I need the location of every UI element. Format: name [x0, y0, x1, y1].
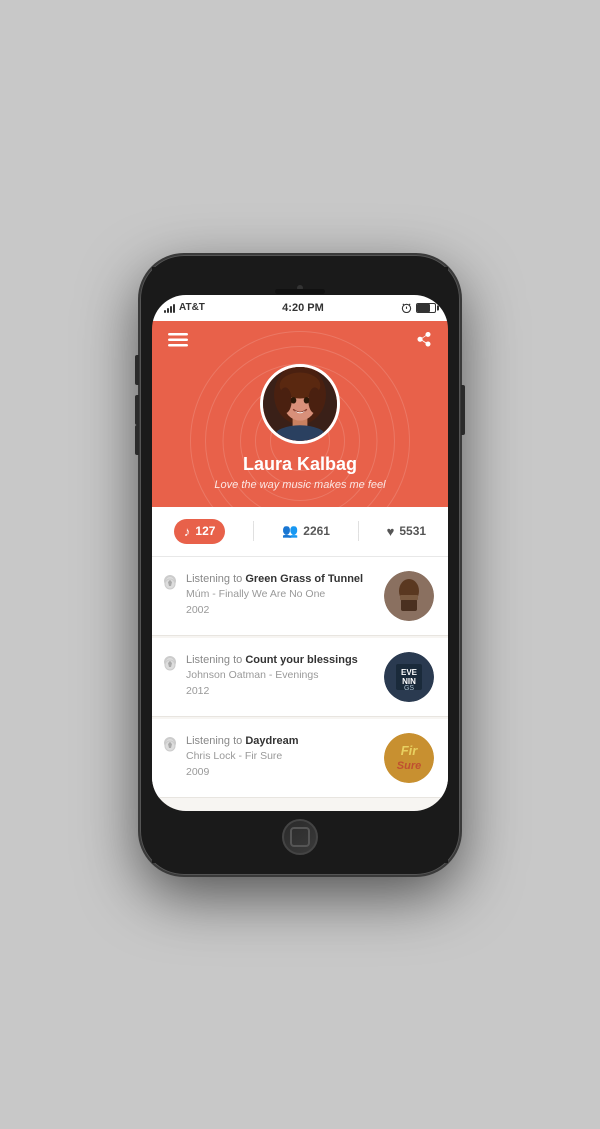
status-right: [401, 302, 436, 313]
status-left: AT&T: [164, 302, 205, 313]
stat-divider-2: [358, 521, 359, 541]
profile-header: Laura Kalbag Love the way music makes me…: [152, 321, 448, 507]
activity-text: Listening to Daydream Chris Lock - Fir S…: [186, 733, 374, 781]
stats-bar: ♪ 127 👥 2261 ♥ 5531: [152, 507, 448, 557]
alarm-icon: [401, 302, 412, 313]
music-note-icon: ♪: [184, 524, 191, 539]
followers-count: 2261: [303, 524, 330, 538]
home-button-area: [152, 811, 448, 863]
phone-screen: AT&T 4:20 PM: [152, 295, 448, 811]
status-bar: AT&T 4:20 PM: [152, 295, 448, 321]
battery-icon: [416, 303, 436, 313]
svg-text:GS: GS: [404, 685, 414, 692]
listening-prefix: Listening to: [186, 573, 245, 585]
listening-prefix: Listening to: [186, 654, 245, 666]
album-info: Johnson Oatman - Evenings2012: [186, 668, 374, 700]
app-screen: Laura Kalbag Love the way music makes me…: [152, 321, 448, 811]
heart-icon: ♥: [387, 524, 395, 539]
menu-button[interactable]: [168, 332, 188, 350]
svg-text:EVE: EVE: [401, 668, 418, 677]
share-button[interactable]: [416, 331, 432, 352]
phone-top: [152, 267, 448, 295]
svg-text:Sure: Sure: [397, 760, 421, 772]
carrier-label: AT&T: [179, 302, 205, 313]
album-info: Chris Lock - Fir Sure2009: [186, 749, 374, 781]
album-info: Múm - Finally We Are No One2002: [186, 587, 374, 619]
timeline-dot: [164, 737, 176, 749]
likes-count: 5531: [399, 524, 426, 538]
list-item[interactable]: Listening to Green Grass of Tunnel Múm -…: [152, 557, 448, 636]
album-thumb: [384, 571, 434, 621]
song-title: Daydream: [245, 735, 298, 747]
toolbar: [152, 321, 448, 360]
list-item[interactable]: Listening to Count your blessings Johnso…: [152, 638, 448, 717]
speaker: [275, 289, 325, 294]
listening-prefix: Listening to: [186, 735, 245, 747]
album-thumb: Fir Sure: [384, 733, 434, 783]
list-item[interactable]: Listening to Daydream Chris Lock - Fir S…: [152, 719, 448, 798]
profile-name: Laura Kalbag: [243, 454, 357, 475]
profile-bio: Love the way music makes me feel: [214, 479, 385, 491]
svg-text:Fir: Fir: [401, 743, 419, 758]
home-button[interactable]: [282, 819, 318, 855]
timeline-dot: [164, 575, 176, 587]
activity-text: Listening to Green Grass of Tunnel Múm -…: [186, 571, 374, 619]
timeline-dot: [164, 656, 176, 668]
followers-icon: 👥: [282, 523, 298, 539]
song-title: Count your blessings: [245, 654, 357, 666]
avatar: [260, 364, 340, 444]
song-title: Green Grass of Tunnel: [245, 573, 363, 585]
time-label: 4:20 PM: [282, 302, 324, 314]
likes-stat[interactable]: ♥ 5531: [387, 524, 426, 539]
activity-feed: Listening to Green Grass of Tunnel Múm -…: [152, 557, 448, 811]
songs-count: 127: [195, 524, 215, 538]
followers-stat[interactable]: 👥 2261: [282, 523, 330, 539]
stat-divider-1: [253, 521, 254, 541]
activity-text: Listening to Count your blessings Johnso…: [186, 652, 374, 700]
album-thumb: EVE NIN GS: [384, 652, 434, 702]
signal-icon: [164, 303, 175, 313]
home-button-icon: [290, 827, 310, 847]
profile-info: Laura Kalbag Love the way music makes me…: [152, 360, 448, 491]
songs-stat[interactable]: ♪ 127: [174, 519, 226, 544]
phone-device: AT&T 4:20 PM: [140, 255, 460, 875]
